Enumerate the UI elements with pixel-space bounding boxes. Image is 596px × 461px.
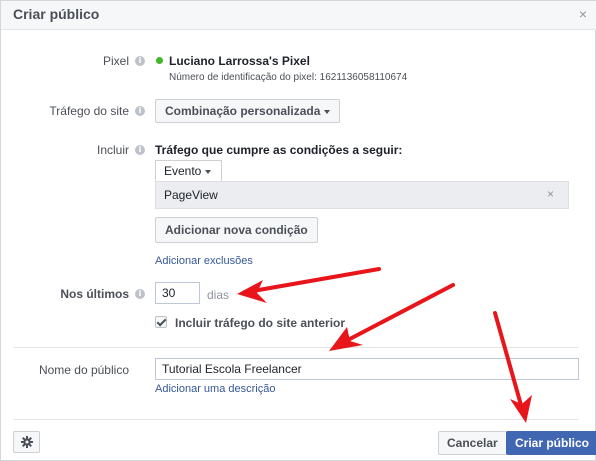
include-description: Tráfego que cumpre as condições a seguir… (155, 143, 403, 157)
add-description-link[interactable]: Adicionar uma descrição (155, 383, 275, 395)
divider (13, 347, 579, 348)
pixel-id: Número de identificação do pixel: 162113… (169, 72, 408, 83)
cancel-button[interactable]: Cancelar (438, 431, 507, 455)
event-condition-box[interactable]: PageView × (155, 181, 569, 209)
include-past-label: Incluir tráfego do site anterior (175, 316, 346, 330)
info-icon[interactable]: i (135, 289, 145, 299)
close-icon[interactable]: × (579, 6, 587, 22)
duration-label: Nos últimos (60, 287, 129, 301)
pixel-label: Pixel (102, 54, 129, 68)
red-arrow-days (237, 267, 381, 303)
caret-down-icon (324, 109, 331, 114)
event-dropdown-label: Evento (164, 164, 202, 178)
info-icon[interactable]: i (135, 106, 145, 116)
days-input[interactable] (155, 282, 200, 304)
pixel-status-dot (156, 57, 163, 64)
settings-button[interactable] (13, 431, 40, 453)
include-past-checkbox[interactable] (155, 316, 167, 328)
dialog-header: Criar público × (1, 1, 596, 30)
gear-icon (21, 436, 33, 448)
info-icon[interactable]: i (135, 145, 145, 155)
caret-down-icon (205, 169, 212, 174)
red-arrow-audience-name (329, 283, 455, 351)
include-label: Incluir (96, 143, 129, 157)
audience-name-label: Nome do público (38, 363, 129, 377)
event-dropdown[interactable]: Evento (155, 160, 222, 182)
create-audience-button[interactable]: Criar público (506, 431, 596, 455)
add-exclusions-link[interactable]: Adicionar exclusões (155, 255, 253, 267)
divider (13, 419, 579, 420)
remove-condition-icon[interactable]: × (547, 187, 554, 201)
audience-name-input[interactable] (155, 358, 579, 380)
traffic-dropdown-label: Combinação personalizada (165, 104, 321, 118)
traffic-dropdown[interactable]: Combinação personalizada (155, 99, 341, 123)
info-icon[interactable]: i (135, 56, 145, 66)
dialog-title: Criar público (13, 6, 100, 22)
days-unit: dias (207, 288, 230, 302)
event-value: PageView (164, 188, 218, 202)
create-audience-dialog: Criar público × Pixel i Luciano Larrossa… (0, 0, 596, 461)
add-condition-button[interactable]: Adicionar nova condição (155, 217, 318, 243)
pixel-name: Luciano Larrossa's Pixel (169, 54, 310, 68)
traffic-label: Tráfego do site (49, 104, 129, 118)
